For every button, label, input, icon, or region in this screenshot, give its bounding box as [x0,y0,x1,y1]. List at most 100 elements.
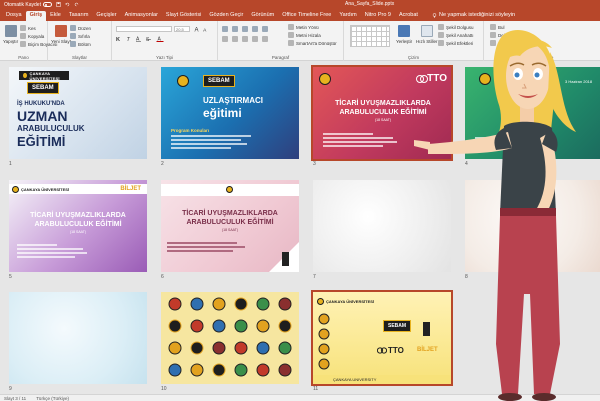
tab-view[interactable]: Görünüm [247,11,278,21]
slide-thumbnail-2[interactable]: SEBAM UZLAŞTIRMACI eğitimi Program Konul… [161,67,299,159]
university-name: ÇANKAYA ÜNİVERSİTESİ [21,186,70,192]
underline-icon[interactable]: A [136,36,141,42]
paste-button[interactable]: Yapıştır [3,25,18,44]
tab-insert[interactable]: Ekle [46,11,65,21]
university-banner: ÇANKAYA ÜNİVERSİTESİ [317,298,374,305]
decrease-indent-icon[interactable] [242,26,248,32]
autosave-toggle[interactable]: Otomatik Kaydet [4,2,52,8]
text-line [323,145,383,147]
cut-label: Kes [28,25,36,31]
line-spacing-icon[interactable] [262,26,268,32]
layout-icon [70,25,76,31]
pupil-left [514,72,520,78]
slide-thumbnail-5[interactable]: ÇANKAYA ÜNİVERSİTESİ BİLJET TİCARİ UYUŞM… [9,180,147,272]
slide-thumbnail-10[interactable] [161,292,299,384]
slide-5-hours: (18 SAAT) [69,230,87,234]
font-format-row: K T A S A [116,36,165,42]
autosave-label: Otomatik Kaydet [4,1,41,8]
tab-animations[interactable]: Animasyonlar [121,11,162,21]
copy-button[interactable]: Kopyala [20,33,44,39]
smartart-button[interactable]: SmartArt'a Dönüştür [288,40,337,46]
align-buttons [222,36,268,42]
align-text-button[interactable]: Metni Hizala [288,32,321,38]
tab-home[interactable]: Giriş [25,11,47,21]
layout-label: Düzen [78,25,92,31]
slide-6-hours: (18 SAAT) [221,228,239,232]
text-direction-label: Metin Yönü [296,24,319,30]
svg-text:T: T [127,37,131,42]
badge-row-4 [168,363,292,377]
tab-nitro[interactable]: Nitro Pro 9 [361,11,395,21]
italic-icon[interactable]: T [126,36,131,42]
font-color-icon[interactable]: A [156,36,165,42]
columns-icon[interactable] [262,36,268,42]
slide-thumbnail-6[interactable]: TİCARİ UYUŞMAZLIKLARDA ARABULUCULUK EĞİT… [161,180,299,272]
slide-5-title: TİCARİ UYUŞMAZLIKLARDA [30,212,126,219]
title-bar: Otomatik Kaydet Ana_Sayfa_Slide.pptx [0,0,600,9]
university-seal-icon [317,298,324,305]
text-line [17,252,87,254]
numbering-icon[interactable] [232,26,238,32]
increase-indent-icon[interactable] [252,26,258,32]
decrease-font-icon[interactable]: A [202,26,209,32]
slide-counter: Slayt 3 / 11 [4,395,27,401]
tab-office-timeline[interactable]: Office Timeline Free [278,11,335,21]
seal-column [318,313,330,370]
slide-number-2: 2 [161,161,164,167]
shoe-right [532,393,556,401]
text-line [171,139,241,141]
save-icon[interactable] [56,2,61,7]
slide-1-title-line-2: UZMAN [17,108,68,124]
font-name-field[interactable] [116,26,172,32]
undo-icon[interactable] [65,2,70,7]
align-center-icon[interactable] [232,36,238,42]
badge-row-3 [168,341,292,355]
section-button[interactable]: Bölüm [70,41,91,47]
paste-icon [4,25,17,37]
increase-font-icon[interactable]: A [194,26,201,32]
strikethrough-icon[interactable]: S [146,36,151,42]
slide-number-9: 9 [9,386,12,392]
font-size-field[interactable]: 20,5 [174,26,190,32]
toggle-switch-icon[interactable] [42,2,52,7]
svg-text:A: A [195,27,199,32]
shoe-left [498,393,522,401]
building-icon [282,252,289,266]
pants [496,216,560,394]
bullets-icon[interactable] [222,26,228,32]
text-direction-icon [288,24,294,30]
slide-1-title-line-1: İŞ HUKUKU'NDA [17,101,65,107]
pupil-right [534,72,540,78]
justify-icon[interactable] [252,36,258,42]
new-slide-button[interactable]: Yeni Slayt [51,25,71,44]
tab-transitions[interactable]: Geçişler [92,11,120,21]
university-banner: ÇANKAYA ÜNİVERSİTESİ BİLJET [9,184,147,194]
tab-slideshow[interactable]: Slayt Gösterisi [162,11,205,21]
slide-thumbnail-1[interactable]: ÇANKAYA ÜNİVERSİTESİ SEBAM İŞ HUKUKU'NDA… [9,67,147,159]
align-right-icon[interactable] [242,36,248,42]
language-indicator[interactable]: Türkçe (Türkiye) [36,396,69,401]
slide-number-5: 5 [9,274,12,280]
slide-number-10: 10 [161,386,167,392]
badge-row-1 [168,297,292,311]
tab-file[interactable]: Dosya [2,11,26,21]
reset-button[interactable]: Sıfırla [70,33,90,39]
redo-icon[interactable] [74,2,79,7]
university-seal-icon [319,73,331,85]
group-clipboard: Yapıştır Kes Kopyala Biçim Boyacısı Pano [0,21,58,61]
tab-design[interactable]: Tasarım [65,11,93,21]
logo-badge-grid [168,297,292,377]
layout-button[interactable]: Düzen [70,25,91,31]
bold-icon[interactable]: K [116,36,121,42]
align-left-icon[interactable] [222,36,228,42]
text-line [17,248,83,250]
tab-help[interactable]: Yardım [335,11,360,21]
text-direction-button[interactable]: Metin Yönü [288,24,319,30]
text-line [167,246,245,248]
tab-review[interactable]: Gözden Geçir [205,11,247,21]
shapes-gallery[interactable] [350,25,390,47]
cut-button[interactable]: Kes [20,25,36,31]
new-slide-label: Yeni Slayt [51,39,71,44]
slide-thumbnail-9[interactable] [9,292,147,384]
svg-text:A: A [203,27,207,32]
